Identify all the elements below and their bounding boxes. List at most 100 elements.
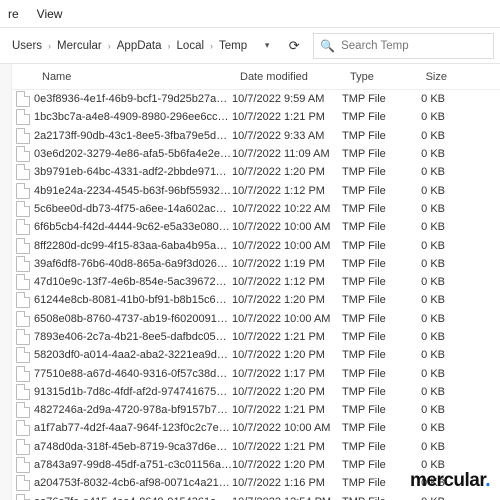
table-row[interactable]: aa76c7fe-e415-4ea4-8649-9154361a6ede...1… [12, 493, 500, 500]
file-size: 0 KB [407, 422, 455, 434]
file-type: TMP File [342, 349, 407, 361]
file-type: TMP File [342, 166, 407, 178]
file-name: 4827246a-2d9a-4720-978a-bf9157b71b8c... [34, 404, 232, 416]
column-headers: Name Date modified Type Size [12, 64, 500, 90]
file-name: 61244e8cb-8081-41b0-bf91-b8b15c68b8eb... [34, 294, 232, 306]
address-bar: Users›Mercular›AppData›Local›Temp ▾ ⟳ 🔍 … [0, 28, 500, 64]
chevron-right-icon: › [168, 41, 171, 51]
search-input[interactable]: 🔍 Search Temp [313, 33, 494, 59]
table-row[interactable]: 3b9791eb-64bc-4331-adf2-2bbde971122f...1… [12, 163, 500, 181]
table-row[interactable]: 8ff2280d-dc99-4f15-83aa-6aba4b95ad5a...1… [12, 236, 500, 254]
chevron-right-icon: › [48, 41, 51, 51]
table-row[interactable]: 6508e08b-8760-4737-ab19-f6020091b4cb...1… [12, 310, 500, 328]
file-size: 0 KB [407, 313, 455, 325]
file-icon [12, 366, 34, 382]
file-date: 10/7/2022 1:12 PM [232, 276, 342, 288]
file-icon [12, 457, 34, 473]
table-row[interactable]: a748d0da-318f-45eb-8719-9ca37d6e58ff.t..… [12, 438, 500, 456]
file-date: 10/7/2022 1:20 PM [232, 166, 342, 178]
breadcrumb-segment[interactable]: Temp [219, 40, 247, 52]
breadcrumb-segment[interactable]: Mercular [57, 40, 102, 52]
file-type: TMP File [342, 93, 407, 105]
file-type: TMP File [342, 148, 407, 160]
header-size[interactable]: Size [407, 71, 455, 83]
header-type[interactable]: Type [342, 71, 407, 83]
table-row[interactable]: 39af6df8-76b6-40d8-865a-6a9f3d02666c.t..… [12, 255, 500, 273]
table-row[interactable]: 1bc3bc7a-a4e8-4909-8980-296ee6ccd207...1… [12, 108, 500, 126]
table-row[interactable]: 77510e88-a67d-4640-9316-0f57c38d9872...1… [12, 364, 500, 382]
file-type: TMP File [342, 313, 407, 325]
chevron-down-icon[interactable]: ▾ [259, 33, 275, 59]
file-type: TMP File [342, 294, 407, 306]
file-icon [12, 420, 34, 436]
file-date: 10/7/2022 1:21 PM [232, 331, 342, 343]
breadcrumb-segment[interactable]: Local [177, 40, 205, 52]
file-icon [12, 347, 34, 363]
table-row[interactable]: 2a2173ff-90db-43c1-8ee5-3fba79e5d9e1.t..… [12, 127, 500, 145]
table-row[interactable]: 58203df0-a014-4aa2-aba2-3221ea9db068...1… [12, 346, 500, 364]
file-size: 0 KB [407, 368, 455, 380]
table-row[interactable]: 47d10e9c-13f7-4e6b-854e-5ac396721e3c...1… [12, 273, 500, 291]
table-row[interactable]: a1f7ab77-4d2f-4aa7-964f-123f0c2c7ea5.t..… [12, 419, 500, 437]
menu-view[interactable]: View [37, 7, 63, 21]
breadcrumb[interactable]: Users›Mercular›AppData›Local›Temp [6, 33, 253, 59]
table-row[interactable]: 4827246a-2d9a-4720-978a-bf9157b71b8c...1… [12, 401, 500, 419]
file-size: 0 KB [407, 166, 455, 178]
file-type: TMP File [342, 130, 407, 142]
table-row[interactable]: 91315d1b-7d8c-4fdf-af2d-974741675ee0...1… [12, 383, 500, 401]
breadcrumb-segment[interactable]: Users [12, 40, 42, 52]
table-row[interactable]: 6f6b5cb4-f42d-4444-9c62-e5a33e080232...1… [12, 218, 500, 236]
menu-share[interactable]: re [8, 7, 19, 21]
table-row[interactable]: 4b91e24a-2234-4545-b63f-96bf55932bf9.t..… [12, 181, 500, 199]
file-date: 10/7/2022 1:20 PM [232, 386, 342, 398]
file-date: 10/7/2022 10:22 AM [232, 203, 342, 215]
file-size: 0 KB [407, 130, 455, 142]
refresh-icon[interactable]: ⟳ [281, 33, 307, 59]
search-placeholder: Search Temp [341, 40, 409, 52]
file-type: TMP File [342, 331, 407, 343]
file-size: 0 KB [407, 258, 455, 270]
file-name: aa76c7fe-e415-4ea4-8649-9154361a6ede... [34, 496, 232, 500]
file-icon [12, 238, 34, 254]
breadcrumb-segment[interactable]: AppData [117, 40, 162, 52]
file-date: 10/7/2022 12:54 PM [232, 496, 342, 500]
file-type: TMP File [342, 404, 407, 416]
file-icon [12, 256, 34, 272]
file-icon [12, 219, 34, 235]
file-name: 5c6bee0d-db73-4f75-a6ee-14a602acbd6b... [34, 203, 232, 215]
file-size: 0 KB [407, 240, 455, 252]
file-size: 0 KB [407, 386, 455, 398]
file-date: 10/7/2022 9:59 AM [232, 93, 342, 105]
file-icon [12, 109, 34, 125]
header-date[interactable]: Date modified [232, 71, 342, 83]
file-date: 10/7/2022 1:21 PM [232, 441, 342, 453]
file-icon [12, 201, 34, 217]
file-name: 8ff2280d-dc99-4f15-83aa-6aba4b95ad5a... [34, 240, 232, 252]
file-name: 03e6d202-3279-4e86-afa5-5b6fa4e2e6e6.t..… [34, 148, 232, 160]
file-date: 10/7/2022 1:12 PM [232, 185, 342, 197]
file-date: 10/7/2022 1:21 PM [232, 404, 342, 416]
file-name: 7893e406-2c7a-4b21-8ee5-dafbdc0519d2... [34, 331, 232, 343]
file-name: 47d10e9c-13f7-4e6b-854e-5ac396721e3c... [34, 276, 232, 288]
file-date: 10/7/2022 10:00 AM [232, 240, 342, 252]
table-row[interactable]: 03e6d202-3279-4e86-afa5-5b6fa4e2e6e6.t..… [12, 145, 500, 163]
file-icon [12, 274, 34, 290]
table-row[interactable]: 7893e406-2c7a-4b21-8ee5-dafbdc0519d2...1… [12, 328, 500, 346]
file-icon [12, 164, 34, 180]
file-date: 10/7/2022 1:20 PM [232, 459, 342, 471]
file-date: 10/7/2022 1:21 PM [232, 111, 342, 123]
file-size: 0 KB [407, 221, 455, 233]
file-size: 0 KB [407, 294, 455, 306]
file-size: 0 KB [407, 185, 455, 197]
file-name: 4b91e24a-2234-4545-b63f-96bf55932bf9.t..… [34, 185, 232, 197]
file-size: 0 KB [407, 404, 455, 416]
file-name: 39af6df8-76b6-40d8-865a-6a9f3d02666c.t..… [34, 258, 232, 270]
table-row[interactable]: 0e3f8936-4e1f-46b9-bcf1-79d25b27aea5.t..… [12, 90, 500, 108]
file-type: TMP File [342, 221, 407, 233]
file-name: 3b9791eb-64bc-4331-adf2-2bbde971122f... [34, 166, 232, 178]
header-name[interactable]: Name [34, 71, 232, 83]
file-date: 10/7/2022 1:19 PM [232, 258, 342, 270]
table-row[interactable]: 61244e8cb-8081-41b0-bf91-b8b15c68b8eb...… [12, 291, 500, 309]
table-row[interactable]: 5c6bee0d-db73-4f75-a6ee-14a602acbd6b...1… [12, 200, 500, 218]
file-icon [12, 128, 34, 144]
